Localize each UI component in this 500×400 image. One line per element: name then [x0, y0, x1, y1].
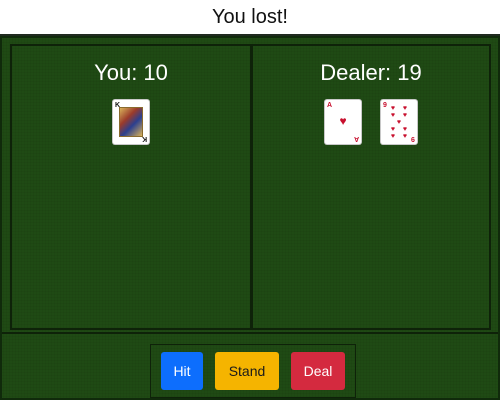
game-status-text: You lost!	[212, 5, 288, 28]
card-table: You: 10 K K Dealer: 19 A ♥ A 9 ♥ ♥ ♥ ♥ ♥…	[0, 36, 500, 400]
player-score-label: You: 10	[94, 60, 168, 85]
player-cards: K K	[12, 100, 250, 144]
playing-card-nine-of-hearts: 9 ♥ ♥ ♥ ♥ ♥ ♥ ♥ ♥ ♥ 9	[381, 100, 417, 144]
game-status-banner: You lost!	[0, 0, 500, 36]
dealer-hand-panel: Dealer: 19 A ♥ A 9 ♥ ♥ ♥ ♥ ♥ ♥ ♥ ♥ ♥ 9	[251, 44, 491, 330]
playing-card-ace-of-hearts: A ♥ A	[325, 100, 361, 144]
hit-button[interactable]: Hit	[161, 352, 203, 390]
action-button-group: Hit Stand Deal	[150, 344, 356, 398]
heart-pips-icon: ♥ ♥ ♥ ♥ ♥ ♥ ♥ ♥ ♥	[390, 105, 408, 140]
controls-area: Hit Stand Deal	[2, 332, 498, 398]
card-rank: 9	[411, 135, 415, 142]
dealer-score-label: Dealer: 19	[320, 60, 422, 85]
player-hand-panel: You: 10 K K	[10, 44, 252, 330]
blackjack-app: You lost! You: 10 K K Dealer: 19 A ♥ A 9…	[0, 0, 500, 400]
dealer-cards: A ♥ A 9 ♥ ♥ ♥ ♥ ♥ ♥ ♥ ♥ ♥ 9	[253, 100, 489, 144]
deal-button[interactable]: Deal	[291, 352, 345, 390]
playing-card-king-of-spades: K K	[113, 100, 149, 144]
king-face-art	[119, 107, 143, 137]
stand-button[interactable]: Stand	[215, 352, 279, 390]
heart-icon: ♥	[339, 114, 347, 128]
card-rank: A	[327, 102, 333, 109]
card-rank: A	[353, 135, 359, 142]
card-rank: K	[141, 135, 147, 142]
